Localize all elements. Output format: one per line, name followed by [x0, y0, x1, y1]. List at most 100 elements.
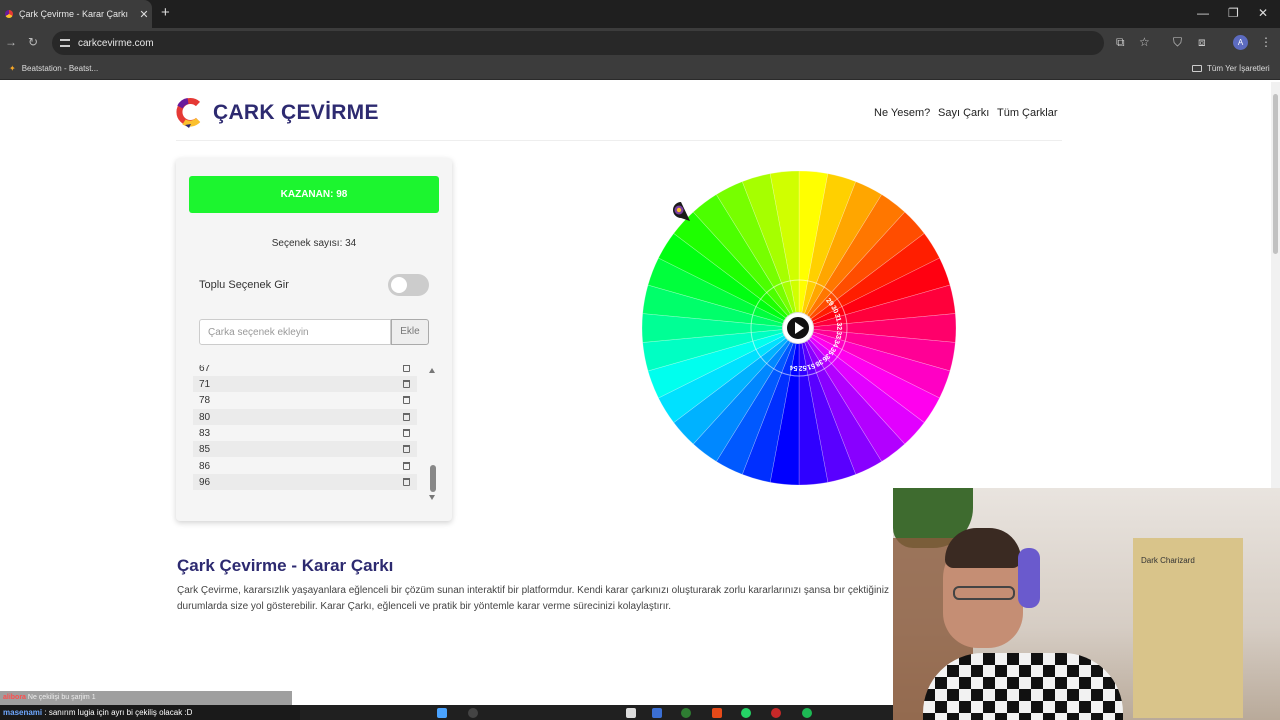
- site-title[interactable]: ÇARK ÇEVİRME: [213, 101, 379, 125]
- nav-tum-carklar[interactable]: Tüm Çarklar: [997, 107, 1058, 119]
- bookmark-item[interactable]: ✦ Beatstation - Beatst...: [9, 64, 98, 73]
- url-text: carkcevirme.com: [78, 37, 154, 49]
- forward-icon[interactable]: →: [5, 35, 17, 49]
- folder-icon: [1192, 65, 1202, 72]
- webcam-poster-title: Dark Charizard: [1141, 556, 1195, 565]
- toggle-knob: [391, 277, 407, 293]
- options-list: 67 71 78 80 83 85 86 96: [193, 365, 417, 498]
- browser-tab-bar: Çark Çevirme - Karar Çarkı ✕ + — ❐ ✕: [0, 0, 1280, 28]
- file-explorer-icon[interactable]: [626, 708, 636, 718]
- webcam-headset: [1018, 548, 1040, 608]
- app-icon[interactable]: [652, 708, 662, 718]
- item-label: 78: [199, 394, 211, 406]
- wheel-pointer-icon: [673, 202, 690, 221]
- list-item: 71: [193, 376, 417, 392]
- add-option-input[interactable]: [199, 319, 391, 345]
- item-label: 86: [199, 460, 211, 472]
- os-taskbar: [300, 705, 893, 720]
- reload-icon[interactable]: ↻: [28, 35, 38, 49]
- webcam-person-glasses: [953, 586, 1015, 600]
- add-option-button[interactable]: Ekle: [391, 319, 429, 345]
- list-item: 86: [193, 458, 417, 474]
- item-label: 83: [199, 427, 211, 439]
- list-item: 80: [193, 409, 417, 425]
- list-item: 83: [193, 425, 417, 441]
- bulk-input-toggle[interactable]: [388, 274, 429, 296]
- options-panel: KAZANAN: 98 Seçenek sayısı: 34 Toplu Seç…: [176, 158, 452, 521]
- nav-ne-yesem[interactable]: Ne Yesem?: [874, 107, 930, 119]
- site-settings-icon[interactable]: [60, 39, 70, 47]
- close-tab-icon[interactable]: ✕: [136, 8, 152, 21]
- chat-message: masenami : sanırım lugia için ayrı bi çe…: [0, 705, 300, 720]
- menu-icon[interactable]: ⋮: [1260, 35, 1272, 49]
- spotify-icon[interactable]: [802, 708, 812, 718]
- all-bookmarks-button[interactable]: Tüm Yer İşaretleri: [1192, 64, 1270, 73]
- whatsapp-icon[interactable]: [741, 708, 751, 718]
- bookmark-label: Beatstation - Beatst...: [21, 64, 99, 73]
- trash-icon[interactable]: [403, 413, 410, 421]
- trash-icon[interactable]: [403, 380, 410, 388]
- wheel-segment-label: 54: [789, 363, 798, 371]
- webcam-poster: [1133, 538, 1243, 718]
- bookmark-star-icon[interactable]: ☆: [1139, 35, 1150, 49]
- profile-avatar[interactable]: A: [1233, 35, 1248, 50]
- chat-text: : sanırım lugia için ayrı bi çekiliş ola…: [44, 708, 193, 717]
- trash-icon[interactable]: [403, 445, 410, 453]
- bookmark-favicon-icon: ✦: [9, 64, 16, 73]
- all-bookmarks-label: Tüm Yer İşaretleri: [1207, 64, 1270, 73]
- list-scroll-down-icon[interactable]: [429, 495, 435, 500]
- tab-title: Çark Çevirme - Karar Çarkı: [19, 9, 129, 19]
- search-icon[interactable]: [468, 708, 478, 718]
- wheel-segment-label: 52: [798, 364, 806, 372]
- article-title: Çark Çevirme - Karar Çarkı: [177, 556, 394, 575]
- item-label: 85: [199, 443, 211, 455]
- webcam-overlay: Dark Charizard: [893, 488, 1280, 720]
- nav-sayi-carki[interactable]: Sayı Çarkı: [938, 107, 989, 119]
- winner-banner: KAZANAN: 98: [189, 176, 439, 213]
- chat-message: alibora Ne çekilişi bu şarjim 1: [0, 691, 292, 705]
- trash-icon[interactable]: [403, 478, 410, 486]
- app-icon[interactable]: [771, 708, 781, 718]
- item-label: 96: [199, 476, 211, 488]
- trash-icon[interactable]: [403, 429, 410, 437]
- restore-icon[interactable]: ❐: [1228, 6, 1239, 20]
- chat-username: masenami: [3, 708, 43, 717]
- spin-play-button[interactable]: [783, 313, 813, 343]
- chat-username: alibora: [3, 694, 26, 701]
- minimize-icon[interactable]: —: [1197, 6, 1209, 20]
- site-favicon-icon: [5, 10, 13, 18]
- address-bar[interactable]: carkcevirme.com: [52, 31, 1104, 55]
- list-scroll-up-icon[interactable]: [429, 368, 435, 373]
- item-label: 67: [199, 365, 211, 374]
- cast-icon[interactable]: ⧉: [1116, 35, 1125, 50]
- browser-tab[interactable]: Çark Çevirme - Karar Çarkı ✕: [0, 0, 152, 28]
- chat-text: Ne çekilişi bu şarjim 1: [27, 694, 96, 701]
- bookmarks-bar: ✦ Beatstation - Beatst... Tüm Yer İşaret…: [0, 58, 1280, 80]
- list-scrollbar-thumb[interactable]: [430, 465, 436, 492]
- list-item: 85: [193, 441, 417, 457]
- shield-icon[interactable]: ⛉: [1173, 35, 1182, 50]
- list-item: 78: [193, 392, 417, 408]
- extensions-icon[interactable]: ⧈: [1198, 35, 1206, 50]
- trash-icon[interactable]: [403, 462, 410, 470]
- header-divider: [176, 140, 1062, 141]
- option-count: Seçenek sayısı: 34: [271, 238, 357, 249]
- page-scrollbar-thumb[interactable]: [1273, 94, 1278, 254]
- article-text: Çark Çevirme, kararsızlık yaşayanlara eğ…: [177, 585, 889, 612]
- trash-icon[interactable]: [403, 396, 410, 404]
- list-item: 96: [193, 474, 417, 490]
- site-logo-icon[interactable]: [176, 98, 202, 128]
- chrome-icon[interactable]: [681, 708, 691, 718]
- bulk-input-label: Toplu Seçenek Gir: [199, 279, 289, 291]
- item-label: 71: [199, 378, 211, 390]
- windows-start-icon[interactable]: [437, 708, 447, 718]
- new-tab-icon[interactable]: +: [161, 4, 170, 21]
- wheel-segment-label: 32: [835, 322, 842, 330]
- browser-toolbar: → ↻ carkcevirme.com ⧉ ☆ ⛉ ⧈ ⋮: [0, 28, 1280, 58]
- play-icon: [795, 322, 804, 334]
- close-window-icon[interactable]: ✕: [1258, 6, 1268, 20]
- trash-icon[interactable]: [403, 365, 410, 372]
- list-item: 67: [193, 365, 417, 376]
- item-label: 80: [199, 411, 211, 423]
- app-icon[interactable]: [712, 708, 722, 718]
